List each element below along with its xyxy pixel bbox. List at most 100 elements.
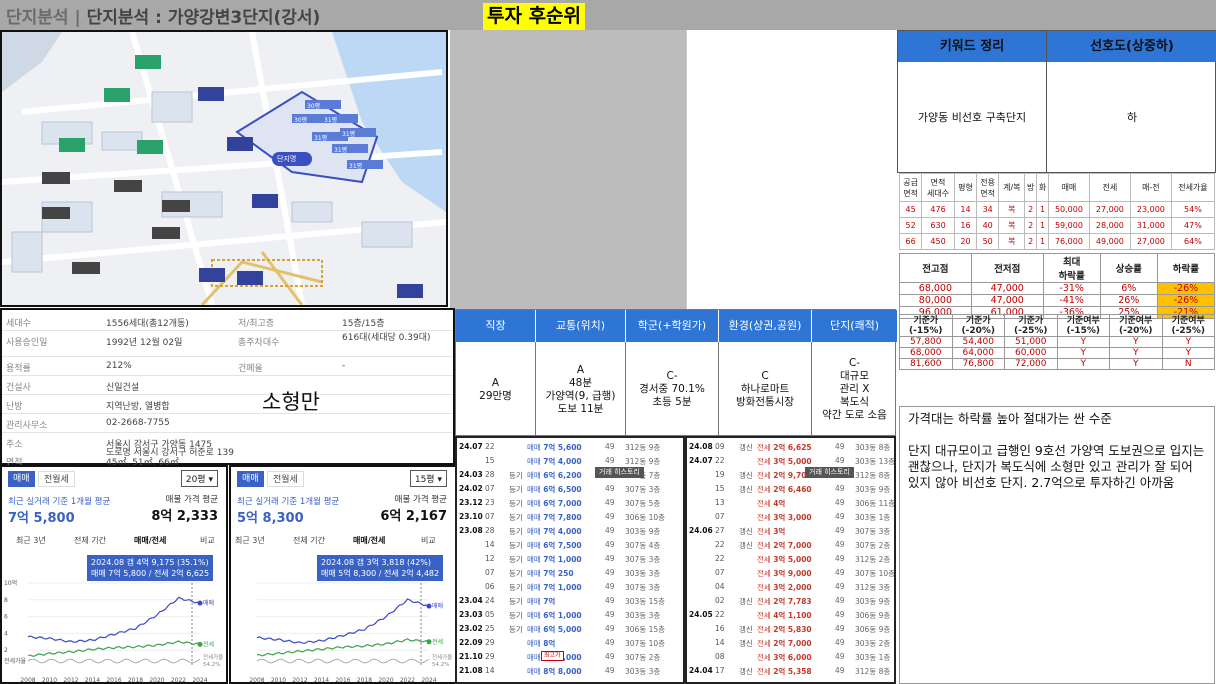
transaction-row[interactable]: 23.02 25 등기 매매 6억 5,000 49 306동 15층	[457, 622, 683, 636]
tx-kind: 매매	[527, 513, 541, 522]
factor-header: 단지(쾌적)	[812, 310, 897, 342]
tx-area: 49	[835, 666, 845, 675]
range-sale-rent[interactable]: 매매/전세	[353, 535, 385, 546]
transaction-row[interactable]: 24.07 22 매매 7억 5,600 49 312동 9층	[457, 440, 683, 454]
tx-floor: 312동 2층	[855, 555, 891, 564]
table-cell: Y	[1161, 336, 1215, 348]
tx-type: 등기	[509, 527, 523, 536]
size-select-value: 20평	[185, 475, 206, 485]
table-cell: 14	[953, 201, 978, 218]
tx-amount: 7억 5,600	[543, 443, 582, 452]
map-canvas	[2, 32, 446, 305]
transaction-row[interactable]: 06 등기 매매 7억 1,000 49 307동 3층	[457, 580, 683, 594]
range-3y[interactable]: 최근 3년	[235, 535, 265, 546]
series-point	[426, 639, 432, 645]
map-complex-marker[interactable]: 단지명	[277, 154, 296, 164]
transaction-row[interactable]: 23.10 07 등기 매매 7억 7,800 49 306동 10층	[457, 510, 683, 524]
transaction-row[interactable]: 12 등기 매매 7억 1,000 49 307동 3층	[457, 552, 683, 566]
tx-floor: 303동 3층	[625, 667, 661, 676]
range-3y[interactable]: 최근 3년	[16, 535, 46, 546]
size-select[interactable]: 20평 ▾	[180, 470, 218, 487]
transaction-row[interactable]: 14 갱신 전세 2억 7,000 49 303동 2층	[687, 636, 894, 650]
transaction-row[interactable]: 04 전세 3억 2,000 49 312동 3층	[687, 580, 894, 594]
tx-floor: 303동 8층	[855, 443, 891, 452]
info-row: 건설사 신일건설	[2, 376, 453, 395]
tx-day: 28	[485, 526, 495, 535]
tx-day: 04	[715, 582, 725, 591]
transaction-row[interactable]: 19갱신전세 2억 9,70049312동 8층	[687, 468, 894, 482]
tab-rent[interactable]: 전월세	[267, 471, 304, 487]
table-header: 평형	[953, 173, 978, 202]
transaction-row[interactable]: 21.1029매매 9억 6,00049307동 2층	[457, 650, 683, 664]
range-all[interactable]: 전체 기간	[293, 535, 325, 546]
transaction-row[interactable]: 07 등기 매매 7억 250 49 303동 3층	[457, 566, 683, 580]
map-view[interactable]: 30평 31평 31평 30평 31평 31평 31평 단지명	[0, 30, 448, 307]
tx-area: 49	[835, 554, 845, 563]
transaction-row[interactable]: 07 전세 3억 9,000 49 307동 10층	[687, 566, 894, 580]
transaction-row[interactable]: 24.07 22 전세 3억 5,000 49 303동 13층	[687, 454, 894, 468]
tab-rent[interactable]: 전월세	[38, 471, 75, 487]
tx-kind: 매매	[527, 555, 541, 564]
range-sale-rent[interactable]: 매매/전세	[134, 535, 166, 546]
range-compare[interactable]: 비교	[421, 535, 436, 546]
tx-floor: 306동 15층	[625, 625, 666, 634]
range-all[interactable]: 전체 기간	[74, 535, 106, 546]
tx-area: 49	[605, 582, 615, 591]
table-cell: 6%	[1099, 282, 1158, 295]
range-compare[interactable]: 비교	[200, 535, 215, 546]
tx-floor: 312동 9층	[625, 457, 661, 466]
transaction-row[interactable]: 15 매매 7억 4,000 49 312동 9층	[457, 454, 683, 468]
rent-transaction-list[interactable]: 24.08 09 갱신 전세 2억 6,625 49 303동 8층 24.07 22 전세 3…	[685, 436, 896, 684]
size-select[interactable]: 15평 ▾	[409, 470, 447, 487]
tx-kind: 매매	[527, 541, 541, 550]
transaction-row[interactable]: 13 전세 4억 49 306동 11층	[687, 496, 894, 510]
transaction-row[interactable]: 02 갱신 전세 2억 7,783 49 303동 9층	[687, 594, 894, 608]
tx-day: 14	[715, 638, 725, 647]
transaction-row[interactable]: 24.05 22 전세 4억 1,100 49 306동 9층	[687, 608, 894, 622]
tx-floor: 312동 8층	[855, 471, 891, 480]
transaction-row[interactable]: 07 전세 3억 3,000 49 303동 1층	[687, 510, 894, 524]
table-cell: -41%	[1042, 294, 1101, 307]
info-key: 관리사무소	[6, 421, 48, 431]
detail: 초등 5분	[652, 396, 692, 408]
transaction-row[interactable]: 23.03 05 등기 매매 6억 1,000 49 303동 3층	[457, 608, 683, 622]
transaction-row[interactable]: 24.06 27 갱신 전세 3억 49 307동 3층	[687, 524, 894, 538]
tab-sale[interactable]: 매매	[237, 471, 264, 487]
tx-day: 06	[485, 582, 495, 591]
transaction-row[interactable]: 23.04 24 등기 매매 7억 49 303동 15층	[457, 594, 683, 608]
transaction-row[interactable]: 23.12 23 등기 매매 6억 7,000 49 307동 5층	[457, 496, 683, 510]
transaction-row[interactable]: 08 전세 3억 6,000 49 303동 1층	[687, 650, 894, 664]
tx-area: 49	[605, 666, 615, 675]
transaction-row[interactable]: 22 갱신 전세 2억 7,000 49 307동 2층	[687, 538, 894, 552]
transaction-row[interactable]: 24.04 17 갱신 전세 2억 5,358 49 312동 8층	[687, 664, 894, 678]
transaction-row[interactable]: 16 갱신 전세 2억 5,830 49 306동 9층	[687, 622, 894, 636]
tx-day: 07	[715, 568, 725, 577]
transaction-row[interactable]: 24.0328등기매매 6억 6,20049303동 7층	[457, 468, 683, 482]
tx-type: 갱신	[739, 625, 753, 634]
tx-type: 등기	[509, 499, 523, 508]
transaction-row[interactable]: 24.08 09 갱신 전세 2억 6,625 49 303동 8층	[687, 440, 894, 454]
transaction-row[interactable]: 21.08 14 매매 8억 8,000 49 303동 3층	[457, 664, 683, 678]
table-cell: 49,000	[1088, 233, 1131, 250]
tx-price: 매매 7억 1,000	[527, 582, 582, 593]
transaction-row[interactable]: 24.02 07 등기 매매 6억 6,500 49 307동 3층	[457, 482, 683, 496]
tx-amount: 7억 250	[543, 569, 574, 578]
tab-sale[interactable]: 매매	[8, 471, 35, 487]
tx-kind: 전세	[757, 485, 771, 494]
info-value: 지역난방, 열병합	[106, 402, 170, 412]
transaction-row[interactable]: 22 전세 3억 5,000 49 312동 2층	[687, 552, 894, 566]
tx-kind: 전세	[757, 541, 771, 550]
tx-price: 전세 2억 5,830	[757, 624, 812, 635]
transaction-row[interactable]: 15 갱신 전세 2억 6,460 49 303동 9층	[687, 482, 894, 496]
tx-price: 매매 7억 5,600	[527, 442, 582, 453]
transaction-row[interactable]: 22.09 29 매매 8억 49 307동 10층	[457, 636, 683, 650]
transaction-row[interactable]: 23.08 28 등기 매매 7억 4,000 49 303동 9층	[457, 524, 683, 538]
tx-floor: 303동 1층	[855, 653, 891, 662]
table-cell: -26%	[1156, 282, 1216, 295]
detail: 약간 도로 소음	[822, 409, 887, 421]
transaction-row[interactable]: 14 등기 매매 6억 7,500 49 307동 4층	[457, 538, 683, 552]
sale-transaction-list[interactable]: 24.07 22 매매 7억 5,600 49 312동 9층 15 매매 7억 4,000…	[455, 436, 685, 684]
tx-type: 등기	[509, 513, 523, 522]
tx-day: 12	[485, 554, 495, 563]
grade: C	[761, 370, 769, 382]
